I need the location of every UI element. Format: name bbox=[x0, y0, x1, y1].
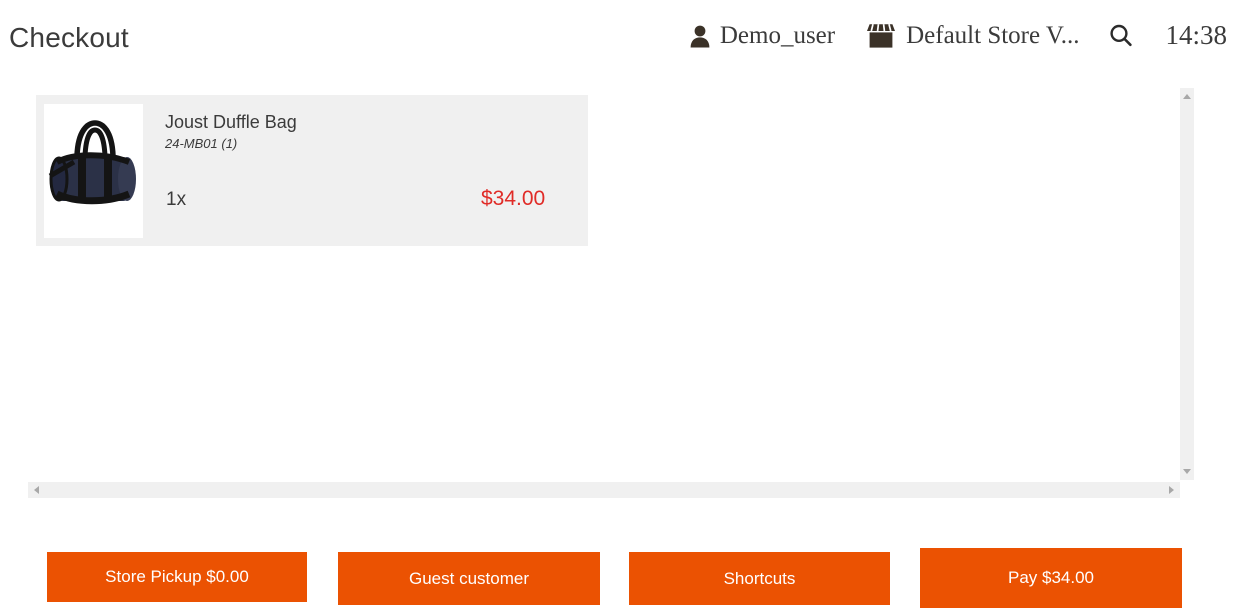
person-icon bbox=[689, 24, 711, 48]
cart-line-item[interactable]: Joust Duffle Bag 24-MB01 (1) 1x $34.00 bbox=[36, 95, 588, 246]
scroll-left-arrow[interactable] bbox=[34, 486, 39, 494]
product-quantity: 1x bbox=[166, 189, 187, 210]
scroll-up-arrow[interactable] bbox=[1183, 94, 1191, 99]
horizontal-scrollbar[interactable] bbox=[28, 482, 1180, 498]
shortcuts-button[interactable]: Shortcuts bbox=[629, 552, 890, 605]
user-name-label: Demo_user bbox=[719, 21, 836, 49]
search-button[interactable] bbox=[1107, 22, 1135, 50]
scroll-right-arrow[interactable] bbox=[1169, 486, 1174, 494]
vertical-scrollbar[interactable] bbox=[1180, 88, 1194, 480]
scroll-down-arrow[interactable] bbox=[1183, 469, 1191, 474]
storefront-icon bbox=[865, 22, 897, 50]
pay-button[interactable]: Pay $34.00 bbox=[920, 548, 1182, 608]
action-bar: Store Pickup $0.00 Guest customer Shortc… bbox=[0, 548, 1239, 615]
cart-scroll-area: Joust Duffle Bag 24-MB01 (1) 1x $34.00 bbox=[28, 88, 1194, 498]
search-icon bbox=[1107, 22, 1135, 50]
store-pickup-button[interactable]: Store Pickup $0.00 bbox=[47, 552, 307, 602]
product-sku: 24-MB01 (1) bbox=[165, 136, 238, 151]
product-thumbnail bbox=[44, 104, 143, 238]
page-title: Checkout bbox=[9, 22, 129, 53]
store-selector[interactable]: Default Store V... bbox=[865, 22, 1079, 50]
guest-customer-button[interactable]: Guest customer bbox=[338, 552, 600, 605]
store-name-label: Default Store V... bbox=[906, 21, 1080, 49]
app-header: Checkout Demo_user Default Store V... 14… bbox=[0, 0, 1239, 78]
product-price: $34.00 bbox=[481, 187, 546, 210]
header-right-group: Demo_user Default Store V... 14:38 bbox=[689, 20, 1227, 51]
product-name: Joust Duffle Bag bbox=[165, 112, 297, 132]
clock-display: 14:38 bbox=[1165, 20, 1227, 50]
user-menu[interactable]: Demo_user bbox=[689, 22, 835, 50]
